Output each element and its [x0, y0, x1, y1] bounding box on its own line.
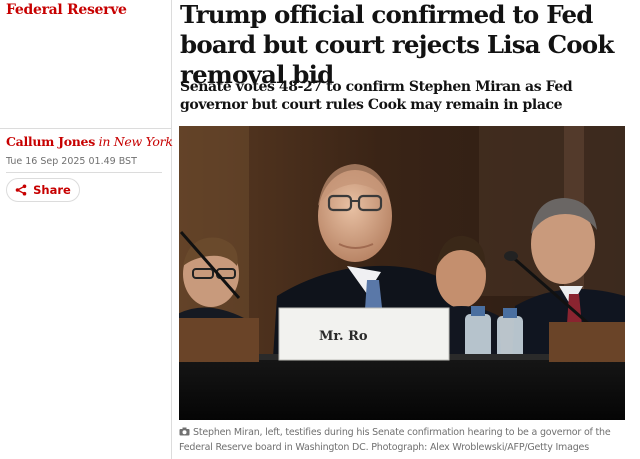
- caption-text: Stephen Miran, left, testifies during hi…: [179, 427, 611, 453]
- share-label: Share: [33, 183, 71, 197]
- author-link[interactable]: Callum Jones: [6, 134, 95, 149]
- article-standfirst: Senate votes 48-27 to confirm Stephen Mi…: [180, 79, 573, 113]
- photo-caption: Stephen Miran, left, testifies during hi…: [179, 426, 619, 455]
- dateline-divider: [6, 172, 162, 173]
- section-label[interactable]: Federal Reserve: [6, 2, 127, 18]
- article-headline: Trump official confirmed to Fed board bu…: [180, 0, 614, 89]
- dateline: Tue 16 Sep 2025 01.49 BST: [6, 156, 137, 167]
- byline-divider: [0, 128, 171, 129]
- share-button[interactable]: Share: [6, 178, 80, 202]
- left-column: Federal Reserve Callum Jones in New York…: [0, 0, 173, 459]
- byline: Callum Jones in New York: [6, 134, 173, 150]
- nameplate-text: Mr. Ro: [319, 329, 368, 344]
- byline-location: in New York: [98, 134, 173, 149]
- article-photo[interactable]: Mr. Ro: [179, 126, 625, 420]
- share-icon: [15, 184, 27, 196]
- camera-icon: [179, 427, 190, 441]
